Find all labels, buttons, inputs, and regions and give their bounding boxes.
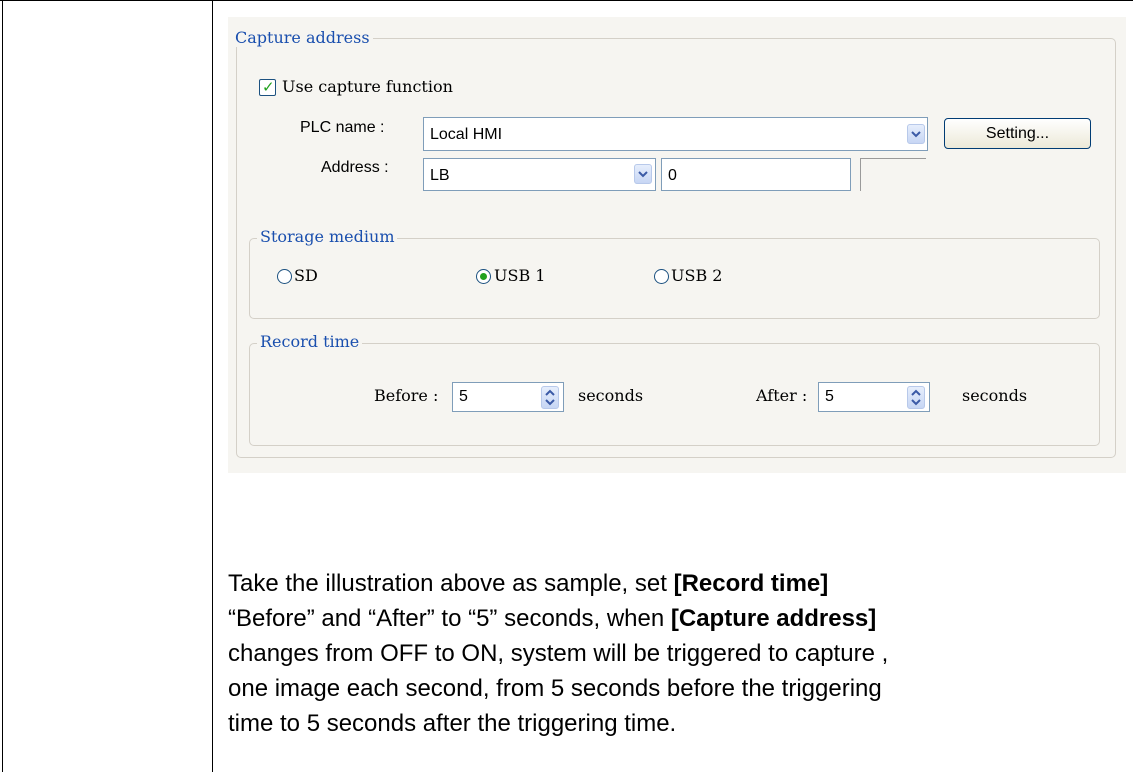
before-value: 5 bbox=[459, 388, 468, 405]
after-spinbox[interactable]: 5 bbox=[818, 382, 930, 412]
description-paragraph: Take the illustration above as sample, s… bbox=[228, 566, 1118, 741]
address-label: Address : bbox=[321, 159, 389, 176]
before-unit: seconds bbox=[578, 386, 644, 405]
storage-medium-legend: Storage medium bbox=[257, 228, 398, 246]
description-line-2: “Before” and “After” to “5” seconds, whe… bbox=[228, 601, 1118, 636]
address-device-dropdown-button[interactable] bbox=[634, 164, 652, 184]
chevron-down-icon bbox=[638, 171, 648, 178]
address-device-value: LB bbox=[430, 167, 450, 184]
description-line-1: Take the illustration above as sample, s… bbox=[228, 566, 1118, 601]
after-unit: seconds bbox=[962, 386, 1028, 405]
before-spin-buttons[interactable] bbox=[541, 386, 559, 409]
after-value: 5 bbox=[825, 388, 834, 405]
after-spin-buttons[interactable] bbox=[907, 386, 925, 409]
radio-selected-dot bbox=[480, 273, 487, 280]
check-mark-icon: ✓ bbox=[262, 78, 275, 96]
before-label: Before : bbox=[374, 386, 439, 405]
table-left-border bbox=[2, 0, 3, 772]
before-spinbox[interactable]: 5 bbox=[452, 382, 564, 412]
radio-usb1[interactable] bbox=[476, 269, 491, 284]
address-device-dropdown[interactable]: LB bbox=[423, 158, 656, 191]
radio-usb2[interactable] bbox=[654, 269, 669, 284]
description-line-3: changes from OFF to ON, system will be t… bbox=[228, 640, 889, 667]
plc-name-value: Local HMI bbox=[430, 126, 503, 143]
use-capture-label: Use capture function bbox=[282, 77, 453, 96]
radio-sd[interactable] bbox=[277, 269, 292, 284]
table-top-border bbox=[0, 0, 1133, 1]
description-line-4: one image each second, from 5 seconds be… bbox=[228, 675, 882, 702]
capture-address-reference: [Capture address] bbox=[670, 605, 877, 632]
up-down-arrows-icon bbox=[911, 389, 921, 406]
radio-usb2-label: USB 2 bbox=[671, 266, 723, 285]
plc-name-dropdown-button[interactable] bbox=[907, 124, 925, 144]
after-label: After : bbox=[756, 386, 808, 405]
plc-name-label: PLC name : bbox=[300, 119, 385, 136]
description-line-5: time to 5 seconds after the triggering t… bbox=[228, 710, 677, 737]
up-down-arrows-icon bbox=[545, 389, 555, 406]
table-column-divider bbox=[212, 0, 213, 772]
setting-button[interactable]: Setting... bbox=[944, 118, 1091, 149]
record-time-reference: [Record time] bbox=[673, 570, 829, 597]
radio-usb1-label: USB 1 bbox=[494, 266, 546, 285]
capture-settings-panel: Capture address ✓ Use capture function P… bbox=[228, 17, 1126, 473]
address-extra-field bbox=[860, 158, 926, 191]
plc-name-dropdown[interactable]: Local HMI bbox=[423, 117, 928, 151]
address-input[interactable]: 0 bbox=[661, 158, 851, 191]
description-text: “Before” and “After” to “5” seconds, whe… bbox=[228, 605, 671, 632]
capture-address-legend: Capture address bbox=[232, 29, 373, 47]
chevron-down-icon bbox=[911, 131, 921, 138]
record-time-legend: Record time bbox=[257, 333, 363, 351]
address-input-value: 0 bbox=[668, 167, 677, 184]
radio-sd-label: SD bbox=[294, 266, 318, 285]
use-capture-checkbox[interactable]: ✓ bbox=[259, 78, 276, 96]
description-text: Take the illustration above as sample, s… bbox=[228, 570, 674, 597]
